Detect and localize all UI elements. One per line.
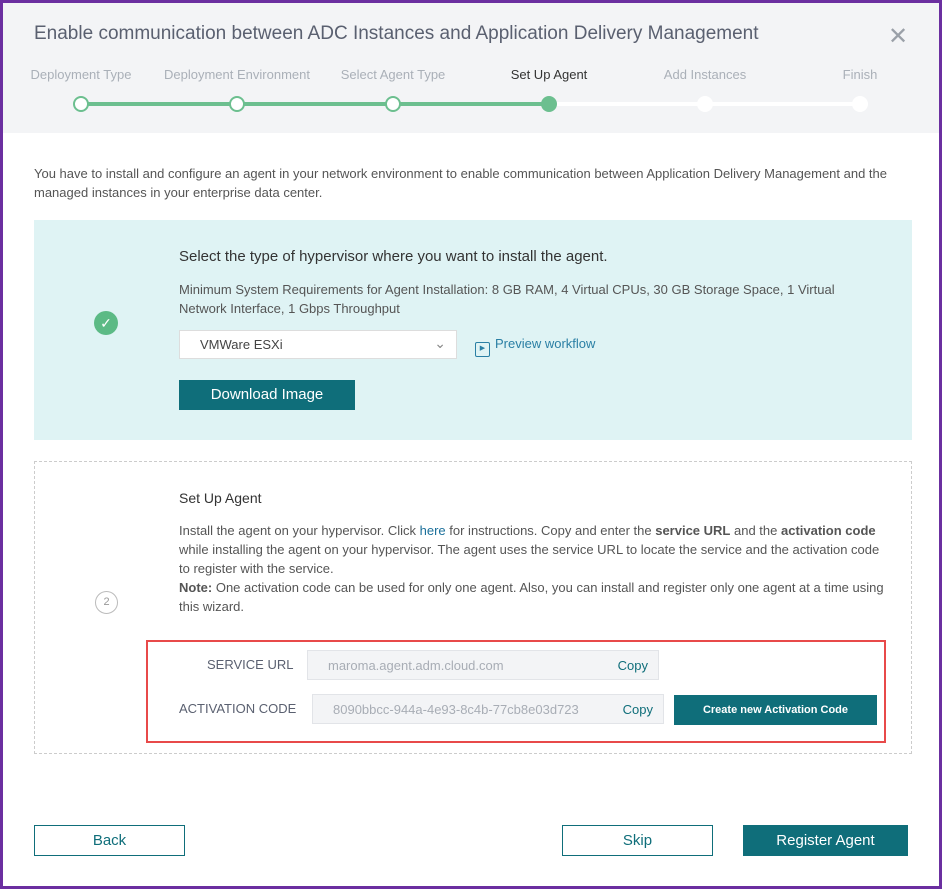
activation-code-label: ACTIVATION CODE xyxy=(179,701,297,716)
service-url-value: maroma.agent.adm.cloud.com xyxy=(328,658,504,673)
copy-activation-code-button[interactable]: Copy xyxy=(623,702,653,717)
download-image-button[interactable]: Download Image xyxy=(179,380,355,410)
progress-segment xyxy=(393,102,549,106)
check-icon: ✓ xyxy=(94,311,118,335)
requirements-text: Minimum System Requirements for Agent In… xyxy=(179,282,835,316)
step-dot xyxy=(229,96,245,112)
hypervisor-select[interactable]: VMWare ESXi ⌄ xyxy=(179,330,457,359)
service-url-field[interactable]: maroma.agent.adm.cloud.com Copy xyxy=(307,650,659,680)
step-dot xyxy=(385,96,401,112)
hypervisor-value: VMWare ESXi xyxy=(200,337,283,352)
activation-code-field[interactable]: 8090bbcc-944a-4e93-8c4b-77cb8e03d723 Copy xyxy=(312,694,664,724)
instructions-text: Install the agent on your hypervisor. Cl… xyxy=(179,523,884,614)
here-link[interactable]: here xyxy=(420,523,446,538)
step-label: Add Instances xyxy=(663,67,747,82)
step-number: 2 xyxy=(95,591,118,614)
dialog-header: Enable communication between ADC Instanc… xyxy=(0,0,942,133)
progress-segment xyxy=(549,102,705,106)
skip-button[interactable]: Skip xyxy=(562,825,713,856)
play-icon: ▶ xyxy=(475,342,490,357)
step-dot xyxy=(852,96,868,112)
progress-segment xyxy=(705,102,860,106)
step-label: Deployment Environment xyxy=(164,67,310,82)
step-label: Deployment Type xyxy=(30,67,132,82)
step-dot xyxy=(73,96,89,112)
window-frame xyxy=(0,0,942,889)
close-icon[interactable]: ✕ xyxy=(888,22,908,51)
step2-heading: Set Up Agent xyxy=(179,490,262,506)
preview-label: Preview workflow xyxy=(495,336,596,351)
create-activation-code-button[interactable]: Create new Activation Code xyxy=(674,695,877,725)
step-label: Select Agent Type xyxy=(340,67,446,82)
service-url-label: SERVICE URL xyxy=(207,657,294,672)
intro-text: You have to install and configure an age… xyxy=(34,166,887,200)
step-dot xyxy=(697,96,713,112)
activation-code-value: 8090bbcc-944a-4e93-8c4b-77cb8e03d723 xyxy=(333,702,579,717)
back-button[interactable]: Back xyxy=(34,825,185,856)
register-agent-button[interactable]: Register Agent xyxy=(743,825,908,856)
step1-heading: Select the type of hypervisor where you … xyxy=(179,248,608,265)
preview-workflow-link[interactable]: ▶ Preview workflow xyxy=(475,334,595,357)
step-label: Set Up Agent xyxy=(510,67,588,82)
dialog-title: Enable communication between ADC Instanc… xyxy=(34,23,759,44)
progress-segment xyxy=(237,102,393,106)
chevron-down-icon: ⌄ xyxy=(434,335,446,351)
step-dot xyxy=(541,96,557,112)
step-label: Finish xyxy=(842,67,878,82)
copy-service-url-button[interactable]: Copy xyxy=(618,658,648,673)
progress-segment xyxy=(81,102,237,106)
